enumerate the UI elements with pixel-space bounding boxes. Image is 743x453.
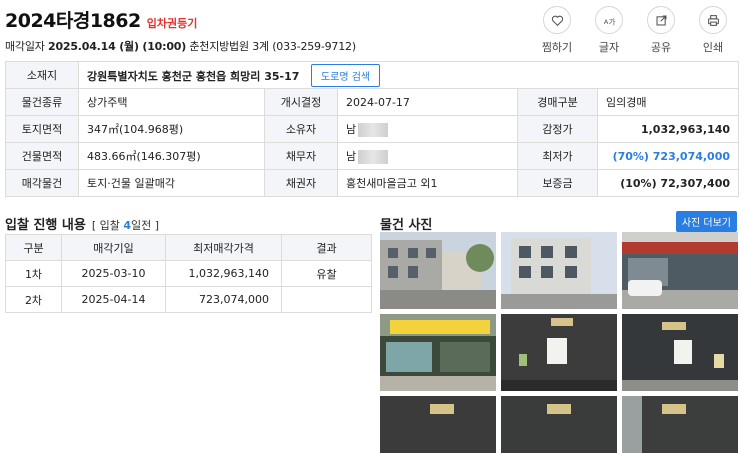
address-value: 강원특별자치도 홍천군 홍천읍 희망리 35-17	[87, 69, 300, 83]
minimum-price-value: (70%) 723,074,000	[596, 142, 740, 170]
property-photo[interactable]	[380, 232, 496, 309]
countdown-pre: [ 입찰	[91, 219, 120, 232]
property-photo[interactable]	[622, 396, 738, 453]
property-photo[interactable]	[501, 232, 617, 309]
property-photo[interactable]	[380, 396, 496, 453]
font-size-button[interactable]: A가 글자	[585, 6, 633, 55]
svg-text:가: 가	[608, 17, 615, 26]
column-header: 구분	[5, 234, 62, 261]
court-info: 춘천지방법원 3계 (033-259-9712)	[189, 40, 356, 53]
property-photo[interactable]	[380, 314, 496, 391]
font-size-icon: A가	[595, 6, 623, 34]
table-header-row: 구분 매각기일 최저매각가격 결과	[5, 234, 372, 261]
info-row: 물건종류 상가주택 개시결정 2024-07-17 경매구분 임의경매	[5, 88, 740, 116]
column-header: 결과	[281, 234, 372, 261]
row-label: 소유자	[264, 115, 338, 143]
address-label: 소재지	[5, 61, 79, 89]
share-icon	[647, 6, 675, 34]
share-label: 공유	[650, 41, 672, 54]
round-cell: 2차	[5, 286, 62, 313]
status-badge: 입차권등기	[146, 17, 198, 30]
owner-cell: 남	[337, 115, 518, 143]
favorite-button[interactable]: 찜하기	[533, 6, 581, 55]
font-size-label: 글자	[598, 41, 620, 54]
share-button[interactable]: 공유	[637, 6, 685, 55]
round-cell: 1차	[5, 260, 62, 287]
heart-icon	[543, 6, 571, 34]
sale-item-value: 토지·건물 일괄매각	[78, 169, 265, 197]
bid-section-header: 입찰 진행 내용 [ 입찰 4일전 ]	[5, 214, 159, 233]
row-label: 토지면적	[5, 115, 79, 143]
countdown-post: 일전 ]	[131, 219, 160, 232]
price-cell: 723,074,000	[165, 286, 282, 313]
case-header: 2024타경1862 입차권등기 매각일자 2025.04.14 (월) (10…	[5, 6, 356, 54]
print-icon	[699, 6, 727, 34]
result-cell	[281, 286, 372, 313]
action-bar: 찜하기 A가 글자 공유 인쇄	[533, 6, 737, 55]
row-label: 건물면적	[5, 142, 79, 170]
appraisal-value: 1,032,963,140	[596, 115, 740, 143]
address-row: 소재지 강원특별자치도 홍천군 홍천읍 희망리 35-17 도로명 검색	[5, 61, 740, 89]
row-label: 물건종류	[5, 88, 79, 116]
road-name-search-button[interactable]: 도로명 검색	[310, 63, 381, 87]
land-area-value: 347㎡(104.968평)	[78, 115, 265, 143]
table-row: 2차 2025-04-14 723,074,000	[5, 286, 372, 313]
property-photo[interactable]	[622, 314, 738, 391]
info-row: 건물면적 483.66㎡(146.307평) 채무자 남 최저가 (70%) 7…	[5, 142, 740, 170]
row-label: 채권자	[264, 169, 338, 197]
auction-type-value: 임의경매	[596, 88, 740, 116]
debtor-cell: 남	[337, 142, 518, 170]
creditor-value: 홍천새마을금고 외1	[337, 169, 518, 197]
price-cell: 1,032,963,140	[165, 260, 282, 287]
photos-title: 물건 사진	[380, 218, 433, 233]
info-row: 토지면적 347㎡(104.968평) 소유자 남 감정가 1,032,963,…	[5, 115, 740, 143]
bid-countdown: [ 입찰 4일전 ]	[92, 217, 159, 233]
info-row: 매각물건 토지·건물 일괄매각 채권자 홍천새마을금고 외1 보증금 (10%)…	[5, 169, 740, 197]
address-cell: 강원특별자치도 홍천군 홍천읍 희망리 35-17 도로명 검색	[77, 61, 740, 89]
bid-history-table: 구분 매각기일 최저매각가격 결과 1차 2025-03-10 1,032,96…	[5, 234, 372, 313]
bid-title: 입찰 진행 내용	[5, 218, 86, 233]
property-info-table: 소재지 강원특별자치도 홍천군 홍천읍 희망리 35-17 도로명 검색 물건종…	[5, 61, 740, 197]
start-date-value: 2024-07-17	[337, 88, 518, 116]
property-type-value: 상가주택	[78, 88, 265, 116]
masked-name	[358, 123, 389, 137]
photo-grid	[380, 232, 738, 453]
case-number: 2024타경1862	[5, 10, 141, 32]
column-header: 최저매각가격	[165, 234, 282, 261]
row-label: 경매구분	[517, 88, 598, 116]
debtor-value: 남	[346, 150, 357, 163]
row-label: 보증금	[517, 169, 598, 197]
favorite-label: 찜하기	[541, 41, 573, 54]
row-label: 감정가	[517, 115, 598, 143]
owner-value: 남	[346, 123, 357, 136]
building-area-value: 483.66㎡(146.307평)	[78, 142, 265, 170]
meta-label: 매각일자	[5, 40, 45, 53]
sale-meta: 매각일자 2025.04.14 (월) (10:00) 춘천지방법원 3계 (0…	[5, 38, 356, 54]
property-photo[interactable]	[501, 396, 617, 453]
masked-name	[358, 150, 389, 164]
sale-datetime: 2025.04.14 (월) (10:00)	[47, 40, 187, 53]
print-label: 인쇄	[702, 41, 724, 54]
row-label: 최저가	[517, 142, 598, 170]
result-cell: 유찰	[281, 260, 372, 287]
date-cell: 2025-04-14	[61, 286, 166, 313]
countdown-days: 4	[123, 219, 131, 232]
date-cell: 2025-03-10	[61, 260, 166, 287]
table-row: 1차 2025-03-10 1,032,963,140 유찰	[5, 260, 372, 287]
row-label: 매각물건	[5, 169, 79, 197]
property-photo[interactable]	[501, 314, 617, 391]
print-button[interactable]: 인쇄	[689, 6, 737, 55]
row-label: 채무자	[264, 142, 338, 170]
deposit-value: (10%) 72,307,400	[596, 169, 740, 197]
row-label: 개시결정	[264, 88, 338, 116]
column-header: 매각기일	[61, 234, 166, 261]
property-photo[interactable]	[622, 232, 738, 309]
more-photos-button[interactable]: 사진 더보기	[675, 211, 737, 232]
